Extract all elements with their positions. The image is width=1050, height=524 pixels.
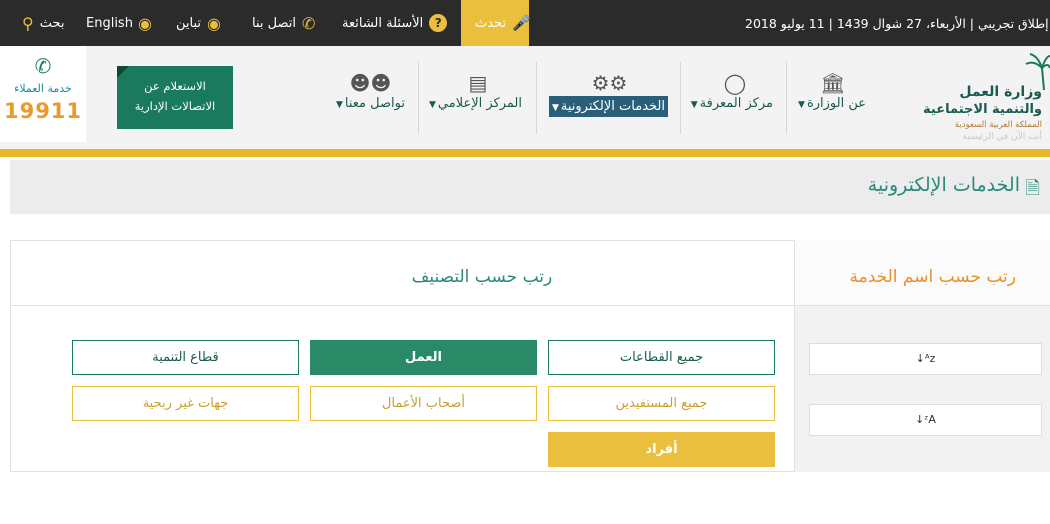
nav-media-center[interactable]: ▤ المركز الإعلامي▼ — [429, 70, 522, 120]
bank-icon: 🏛 — [820, 71, 846, 95]
people-icon: ☻☻ — [349, 71, 392, 95]
filter-labor-sector[interactable]: العمل — [310, 340, 537, 375]
caret-down-icon: ▼ — [551, 103, 559, 113]
faq-link[interactable]: الأسئلة الشائعة ? — [342, 0, 448, 46]
talk-label: تحدث — [475, 15, 507, 31]
contact-label: اتصل بنا — [252, 15, 296, 31]
newspaper-icon: ▤ — [468, 71, 488, 95]
microphone-icon: 🎤 — [512, 14, 531, 32]
globe-icon: ◉ — [138, 13, 152, 33]
sort-by-category-title: رتب حسب التصنيف — [411, 267, 553, 287]
sort-az-button[interactable]: ↓ᴬz — [809, 343, 1042, 375]
english-label: English — [86, 15, 133, 31]
nav-divider — [786, 62, 787, 134]
filter-business-owners[interactable]: أصحاب الأعمال — [310, 386, 537, 421]
admin-communications-inquiry-button[interactable]: الاستعلام عن الاتصالات الإدارية — [117, 66, 233, 129]
question-icon: ? — [429, 14, 448, 32]
caret-down-icon: ▼ — [798, 100, 805, 110]
ministry-logo[interactable]: وزارة العمل والتنمية الاجتماعية المملكة … — [923, 50, 1050, 148]
nav-divider — [536, 62, 537, 134]
filter-all-beneficiaries[interactable]: جميع المستفيدين — [548, 386, 775, 421]
nav-e-services-label: الخدمات الإلكترونية — [560, 99, 665, 114]
page-title: الخدمات الإلكترونية — [867, 174, 1020, 196]
caret-down-icon: ▼ — [690, 100, 698, 110]
nav-about-ministry[interactable]: 🏛 عن الوزارة▼ — [798, 70, 866, 120]
inquiry-fold-corner — [117, 66, 129, 78]
globe-link[interactable]: ◉ — [138, 0, 152, 46]
page-title-bar: 🗎 الخدمات الإلكترونية — [10, 160, 1050, 214]
launch-date: إطلاق تجريبي | الأربعاء، 27 شوال 1439 | … — [745, 15, 1049, 31]
inquiry-line2: الاتصالات الإدارية — [134, 99, 216, 113]
header-accent-strip — [0, 149, 1050, 157]
nav-divider — [418, 62, 419, 134]
sort-alpha-desc-icon: ↓ᶻA — [915, 413, 936, 426]
nav-about-ministry-label: عن الوزارة — [806, 96, 866, 111]
search-icon: ⚲ — [22, 13, 34, 33]
contact-link[interactable]: اتصل بنا ✆ — [252, 0, 315, 46]
filter-development-sector[interactable]: قطاع التنمية — [72, 340, 299, 375]
nav-knowledge-center[interactable]: ◯ مركز المعرفة▼ — [691, 70, 773, 120]
nav-knowledge-center-label: مركز المعرفة — [699, 96, 773, 111]
sort-za-button[interactable]: ↓ᶻA — [809, 404, 1042, 436]
filter-all-sectors[interactable]: جميع القطاعات — [548, 340, 775, 375]
eye-slash-icon: ◉ — [207, 13, 221, 33]
talk-button[interactable]: تحدث 🎤 — [461, 0, 531, 46]
panel-header-divider — [10, 305, 1050, 306]
logo-country: المملكة العربية السعودية — [954, 120, 1042, 130]
english-link[interactable]: English — [86, 0, 133, 46]
faq-label: الأسئلة الشائعة — [342, 15, 424, 31]
filter-individuals[interactable]: أفراد — [548, 432, 775, 467]
top-bar: ⚲ بحث English ◉ تباين ◉ اتصل بنا ✆ الأسئ… — [0, 0, 1050, 46]
caret-down-icon: ▼ — [335, 100, 343, 110]
search-link[interactable]: ⚲ بحث — [22, 0, 65, 46]
lightbulb-icon: ◯ — [723, 71, 747, 95]
nav-e-services[interactable]: ⚙⚙ الخدمات الإلكترونية▼ — [548, 70, 668, 120]
customer-service[interactable]: ✆ خدمة العملاء 19911 — [0, 46, 86, 142]
contrast-label: تباين — [176, 15, 202, 31]
search-label: بحث — [39, 15, 65, 31]
customer-service-label: خدمة العملاء — [14, 82, 72, 95]
phone-icon: ✆ — [34, 54, 52, 78]
customer-service-number: 19911 — [3, 99, 83, 123]
sort-alpha-asc-icon: ↓ᴬz — [915, 352, 936, 365]
sort-by-name-title: رتب حسب اسم الخدمة — [849, 267, 1016, 287]
inquiry-line1: الاستعلام عن — [144, 79, 206, 93]
nav-contact-us-label: تواصل معنا — [344, 96, 405, 111]
gears-icon: ⚙⚙ — [591, 71, 628, 95]
sort-by-category-header: رتب حسب التصنيف — [10, 240, 794, 305]
nav-media-center-label: المركز الإعلامي — [437, 96, 522, 111]
phone-icon: ✆ — [301, 13, 316, 33]
breadcrumb: أنت الآن في الرئيسية — [962, 132, 1042, 142]
sort-by-name-header: رتب حسب اسم الخدمة — [795, 240, 1050, 305]
contrast-link[interactable]: تباين ◉ — [176, 0, 221, 46]
logo-title: وزارة العمل — [959, 84, 1042, 100]
document-icon: 🗎 — [1025, 178, 1040, 199]
logo-subtitle: والتنمية الاجتماعية — [923, 102, 1042, 117]
caret-down-icon: ▼ — [428, 100, 436, 110]
nav-contact-us[interactable]: ☻☻ تواصل معنا▼ — [333, 70, 408, 120]
filter-nonprofits[interactable]: جهات غير ربحية — [72, 386, 299, 421]
nav-divider — [680, 62, 681, 134]
